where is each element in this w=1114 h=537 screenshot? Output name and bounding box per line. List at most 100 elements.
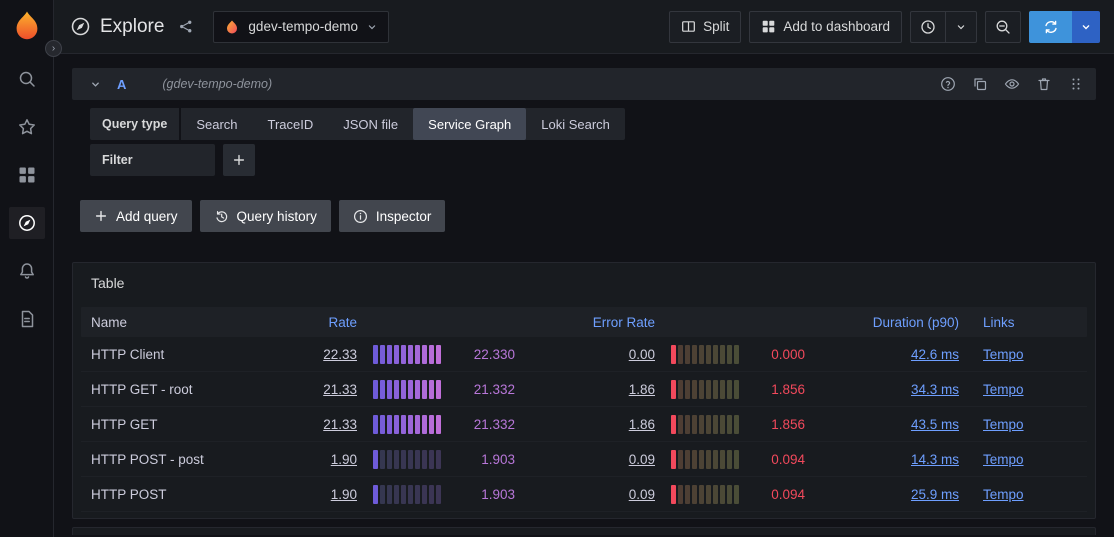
search-icon bbox=[17, 69, 37, 89]
sidebar-item-docs[interactable] bbox=[9, 303, 45, 335]
filter-label: Filter bbox=[90, 144, 215, 176]
table-panel: Table Name Rate Error Rate Duration (p90… bbox=[72, 262, 1096, 519]
rate-link[interactable]: 21.33 bbox=[323, 417, 357, 432]
filter-row: Filter bbox=[90, 144, 1096, 176]
topbar: Explore gdev-tempo-demo bbox=[54, 0, 1114, 54]
sidebar-item-explore[interactable] bbox=[9, 207, 45, 239]
chevron-down-icon bbox=[366, 21, 378, 33]
dashboard-grid-icon bbox=[761, 19, 776, 34]
error-rate-link[interactable]: 1.86 bbox=[629, 382, 655, 397]
error-rate-gauge bbox=[671, 450, 739, 469]
error-rate-link[interactable]: 0.00 bbox=[629, 347, 655, 362]
drag-handle[interactable] bbox=[1068, 76, 1084, 92]
tempo-link[interactable]: Tempo bbox=[983, 347, 1024, 362]
secondary-actions: Add query Query history Inspector bbox=[80, 200, 1096, 232]
error-rate-link[interactable]: 0.09 bbox=[629, 487, 655, 502]
rate-link[interactable]: 1.90 bbox=[331, 452, 357, 467]
rate-gauge-value: 1.903 bbox=[441, 487, 527, 502]
service-name-cell: HTTP POST - post bbox=[81, 452, 229, 467]
query-editor-body: Query type SearchTraceIDJSON fileService… bbox=[72, 100, 1096, 176]
time-range-button[interactable] bbox=[910, 11, 946, 43]
split-button[interactable]: Split bbox=[669, 11, 741, 43]
duration-link[interactable]: 42.6 ms bbox=[911, 347, 959, 362]
topbar-actions: Split Add to dashboard bbox=[669, 11, 1100, 43]
apps-grid-icon bbox=[17, 165, 37, 185]
error-rate-link[interactable]: 1.86 bbox=[629, 417, 655, 432]
table-row: HTTP GET 21.33 21.332 1.86 1.856 43.5 ms… bbox=[81, 407, 1087, 442]
error-rate-gauge-value: 1.856 bbox=[739, 417, 817, 432]
query-editor: A (gdev-tempo-demo) bbox=[72, 68, 1096, 176]
duration-link[interactable]: 25.9 ms bbox=[911, 487, 959, 502]
query-ref-id: A bbox=[117, 77, 126, 92]
split-columns-icon bbox=[681, 19, 696, 34]
rate-gauge-value: 22.330 bbox=[441, 347, 527, 362]
query-type-option-service-graph[interactable]: Service Graph bbox=[413, 108, 526, 140]
rate-link[interactable]: 1.90 bbox=[331, 487, 357, 502]
column-header-name[interactable]: Name bbox=[81, 315, 229, 330]
sidebar-item-search[interactable] bbox=[9, 63, 45, 95]
rate-link[interactable]: 22.33 bbox=[323, 347, 357, 362]
table-row: HTTP GET - root 21.33 21.332 1.86 1.856 … bbox=[81, 372, 1087, 407]
share-icon bbox=[178, 19, 193, 34]
duration-link[interactable]: 14.3 ms bbox=[911, 452, 959, 467]
query-row-header: A (gdev-tempo-demo) bbox=[72, 68, 1096, 100]
plus-icon bbox=[232, 153, 246, 167]
rate-link[interactable]: 21.33 bbox=[323, 382, 357, 397]
query-type-options: SearchTraceIDJSON fileService GraphLoki … bbox=[181, 108, 625, 140]
add-to-dashboard-button[interactable]: Add to dashboard bbox=[749, 11, 902, 43]
history-icon bbox=[214, 209, 229, 224]
query-history-button[interactable]: Query history bbox=[200, 200, 331, 232]
column-header-error-rate[interactable]: Error Rate bbox=[527, 315, 665, 330]
error-rate-gauge-value: 0.094 bbox=[739, 452, 817, 467]
query-type-option-traceid[interactable]: TraceID bbox=[253, 108, 329, 140]
sidebar-item-dashboards[interactable] bbox=[9, 159, 45, 191]
trash-icon bbox=[1036, 76, 1052, 92]
run-query-button[interactable] bbox=[1029, 11, 1073, 43]
add-query-button[interactable]: Add query bbox=[80, 200, 192, 232]
error-rate-link[interactable]: 0.09 bbox=[629, 452, 655, 467]
time-range-caret-button[interactable] bbox=[945, 11, 977, 43]
service-name-cell: HTTP GET bbox=[81, 417, 229, 432]
sidebar-item-alerting[interactable] bbox=[9, 255, 45, 287]
refresh-sync-icon bbox=[1043, 19, 1059, 35]
disable-query-button[interactable] bbox=[1004, 76, 1020, 92]
sidebar-expand-button[interactable]: › bbox=[45, 40, 62, 57]
collapse-chevron-icon[interactable] bbox=[88, 77, 103, 92]
sidebar-nav bbox=[9, 63, 45, 335]
sidebar-item-starred[interactable] bbox=[9, 111, 45, 143]
rate-gauge bbox=[373, 485, 441, 504]
datasource-picker[interactable]: gdev-tempo-demo bbox=[213, 11, 389, 43]
sidebar: › bbox=[0, 0, 54, 537]
info-circle-icon bbox=[353, 209, 368, 224]
tempo-link[interactable]: Tempo bbox=[983, 417, 1024, 432]
tempo-link[interactable]: Tempo bbox=[983, 487, 1024, 502]
add-filter-button[interactable] bbox=[223, 144, 255, 176]
remove-query-button[interactable] bbox=[1036, 76, 1052, 92]
query-type-option-search[interactable]: Search bbox=[181, 108, 252, 140]
column-header-duration[interactable]: Duration (p90) bbox=[817, 315, 969, 330]
query-type-option-json-file[interactable]: JSON file bbox=[328, 108, 413, 140]
zoom-out-button[interactable] bbox=[985, 11, 1021, 43]
panel-title: Table bbox=[81, 273, 1087, 307]
grip-dots-icon bbox=[1068, 76, 1084, 92]
plus-icon bbox=[94, 209, 108, 223]
query-type-label: Query type bbox=[90, 108, 179, 140]
rate-gauge bbox=[373, 345, 441, 364]
column-header-rate[interactable]: Rate bbox=[229, 315, 367, 330]
duplicate-query-button[interactable] bbox=[972, 76, 988, 92]
run-interval-caret-button[interactable] bbox=[1072, 11, 1100, 43]
share-link-button[interactable] bbox=[175, 16, 196, 37]
tempo-link[interactable]: Tempo bbox=[983, 382, 1024, 397]
tempo-link[interactable]: Tempo bbox=[983, 452, 1024, 467]
next-panel-edge bbox=[72, 527, 1096, 535]
inspector-button[interactable]: Inspector bbox=[339, 200, 446, 232]
duration-link[interactable]: 34.3 ms bbox=[911, 382, 959, 397]
error-rate-gauge-value: 0.000 bbox=[739, 347, 817, 362]
service-name-cell: HTTP Client bbox=[81, 347, 229, 362]
help-button[interactable] bbox=[940, 76, 956, 92]
column-header-links[interactable]: Links bbox=[969, 315, 1087, 330]
query-type-option-loki-search[interactable]: Loki Search bbox=[526, 108, 625, 140]
rate-gauge bbox=[373, 450, 441, 469]
grafana-logo[interactable] bbox=[12, 10, 42, 43]
duration-link[interactable]: 43.5 ms bbox=[911, 417, 959, 432]
